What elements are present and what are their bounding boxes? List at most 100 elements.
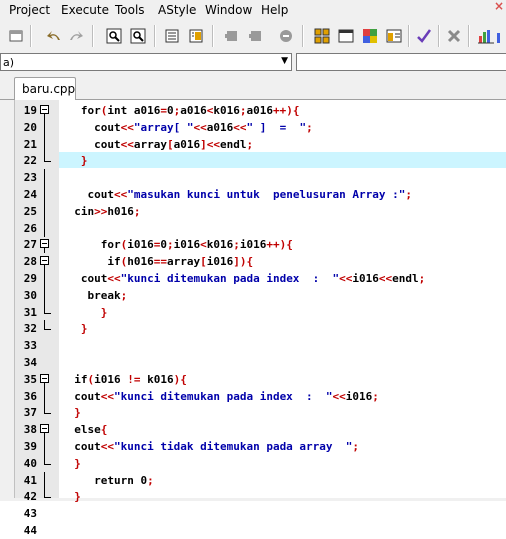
toolbar-separator [408, 25, 410, 47]
code-text: cout<<"kunci tidak ditemukan pada array … [74, 440, 360, 453]
stop-icon[interactable] [276, 26, 296, 46]
menu-help[interactable]: Help [261, 3, 288, 17]
menu-window[interactable]: Window [205, 3, 252, 17]
code-line[interactable]: 26 [15, 219, 506, 237]
redo-icon[interactable] [66, 26, 86, 46]
fold-line [44, 202, 45, 220]
fold-line [44, 404, 45, 414]
fold-end [44, 497, 51, 499]
code-line[interactable]: 19 for(int a016=0;a016<k016;a016++){ [15, 102, 506, 119]
fold-line [44, 219, 45, 237]
code-line[interactable]: 40 } [15, 454, 506, 472]
grid-icon[interactable] [312, 26, 332, 46]
toolbar-separator [438, 25, 440, 47]
code-text: cout<<"kunci ditemukan pada index : "<<i… [74, 389, 379, 403]
code-line[interactable]: 42 } [15, 488, 506, 505]
code-line[interactable]: 24 cout<<"masukan kunci untuk penelusura… [15, 186, 506, 203]
window-icon[interactable] [336, 26, 356, 46]
code-line[interactable]: 29 cout<<"kunci ditemukan pada index : "… [15, 270, 506, 287]
fold-line [44, 135, 45, 153]
code-line[interactable]: 37 } [15, 404, 506, 421]
code-text: } [74, 406, 81, 420]
menu-astyle[interactable]: AStyle [158, 3, 196, 17]
close-file-icon[interactable] [444, 26, 464, 46]
line-number: 33 [23, 339, 37, 353]
code-line[interactable]: 41 return 0; [15, 471, 506, 489]
code-line[interactable]: 36 cout<<"kunci ditemukan pada index : "… [15, 387, 506, 405]
menu-project[interactable]: Project [9, 3, 50, 17]
code-line[interactable]: 38 else{ [15, 421, 506, 439]
toolbar-separator [468, 25, 470, 47]
line-number: 39 [23, 440, 37, 453]
fold-toggle-icon[interactable] [40, 373, 49, 383]
code-line[interactable]: 20 cout<<"array[ "<<a016<<" ] = "; [15, 118, 506, 136]
fold-toggle-icon[interactable] [40, 239, 49, 249]
line-number: 40 [23, 456, 37, 470]
code-line[interactable]: 31 } [15, 303, 506, 321]
fold-line [44, 270, 45, 287]
code-line[interactable]: 23 [15, 169, 506, 187]
fold-line [44, 454, 45, 464]
code-line[interactable]: 44 [15, 522, 506, 539]
code-editor[interactable]: 19 for(int a016=0;a016<k016;a016++){20 c… [14, 100, 506, 537]
line-number: 28 [23, 255, 37, 269]
code-line[interactable]: 30 break; [15, 286, 506, 304]
breakpoint-icon[interactable] [246, 26, 266, 46]
code-line[interactable]: 21 cout<<array[a016]<<endl; [15, 135, 506, 153]
code-text: for(int a016=0;a016<k016;a016++){ [80, 104, 300, 117]
compiler-select-value: a) [3, 56, 15, 69]
line-number: 32 [23, 322, 37, 336]
fold-toggle-icon[interactable] [40, 105, 49, 114]
close-icon[interactable]: × [494, 0, 504, 13]
undo-icon[interactable] [44, 26, 64, 46]
menu-execute[interactable]: Execute [61, 3, 109, 17]
fold-toggle-icon[interactable] [40, 424, 49, 434]
fold-line [44, 169, 45, 187]
code-line[interactable]: 28 if(h016==array[i016]){ [15, 253, 506, 271]
chevron-down-icon[interactable]: ▼ [281, 56, 288, 66]
code-line[interactable]: 39 cout<<"kunci tidak ditemukan pada arr… [15, 438, 506, 455]
chart-icon[interactable] [476, 26, 496, 46]
code-line[interactable]: 34 [15, 354, 506, 371]
fold-line [44, 286, 45, 304]
fold-toggle-icon[interactable] [40, 256, 49, 266]
compiler-select[interactable]: a) ▼ [0, 53, 292, 71]
menu-bar: Project Execute Tools AStyle Window Help… [0, 0, 506, 20]
run-icon[interactable] [186, 26, 206, 46]
editor-tabs: baru.cpp [0, 73, 506, 100]
code-line[interactable]: 22 } [15, 152, 506, 169]
line-number: 42 [23, 490, 37, 504]
toolbar-separator [212, 25, 214, 47]
code-text: else{ [74, 423, 108, 437]
project-icon[interactable] [384, 26, 404, 46]
line-number: 19 [23, 104, 37, 117]
fold-line [44, 438, 45, 455]
code-line[interactable]: 43 [15, 505, 506, 522]
code-line[interactable]: 32 } [15, 320, 506, 337]
class-browser-icon[interactable] [360, 26, 380, 46]
code-line[interactable]: 33 [15, 337, 506, 354]
function-select[interactable] [296, 53, 506, 71]
debug-icon[interactable] [222, 26, 242, 46]
code-line[interactable]: 27 for(i016=0;i016<k016;i016++){ [15, 236, 506, 254]
current-line-highlight [59, 152, 506, 169]
toolbar [0, 20, 506, 53]
replace-icon[interactable] [128, 26, 148, 46]
code-line[interactable]: 35 if(i016 != k016){ [15, 371, 506, 388]
compile-icon[interactable] [162, 26, 182, 46]
find-icon[interactable] [104, 26, 124, 46]
code-text: } [74, 456, 81, 470]
line-number: 26 [23, 221, 37, 235]
fold-end [44, 413, 51, 415]
menu-tools[interactable]: Tools [115, 3, 145, 17]
toolbar-separator [30, 25, 32, 47]
editor-frame: 19 for(int a016=0;a016<k016;a016++){20 c… [0, 100, 506, 537]
code-text: } [100, 305, 108, 319]
new-file-icon[interactable] [6, 26, 26, 46]
tab-baru-cpp[interactable]: baru.cpp [14, 77, 76, 100]
chart-icon-2[interactable] [496, 26, 506, 46]
check-icon[interactable] [414, 26, 434, 46]
code-line[interactable]: 25 cin>>h016; [15, 202, 506, 220]
code-text: break; [87, 288, 128, 302]
code-text: } [80, 154, 88, 168]
